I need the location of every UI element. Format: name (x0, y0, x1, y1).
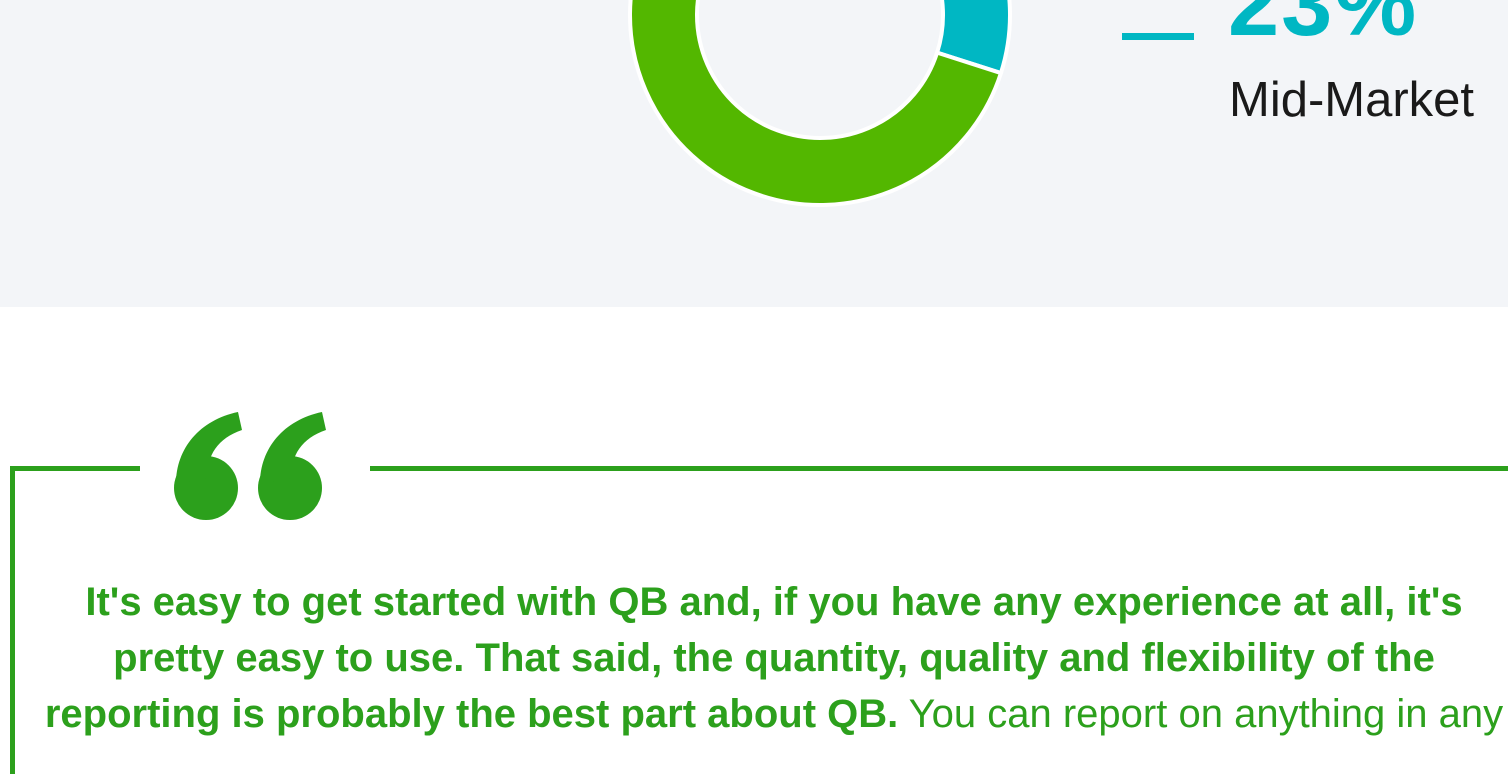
chart-section: 23% Mid-Market (0, 0, 1508, 307)
segment-percentage: 23% (1228, 0, 1419, 55)
quote-icon (174, 412, 326, 520)
page: 23% Mid-Market It's easy to get started … (0, 0, 1508, 774)
segment-label: Mid-Market (1229, 73, 1475, 127)
frame-line-left (10, 466, 15, 774)
quote-regular-text: You can report on anything in any (898, 692, 1504, 736)
label-connector-line (1122, 33, 1194, 40)
quote-text: It's easy to get started with QB and, if… (40, 574, 1508, 742)
frame-line-top-left (10, 466, 140, 471)
frame-line-top-right (370, 466, 1508, 471)
